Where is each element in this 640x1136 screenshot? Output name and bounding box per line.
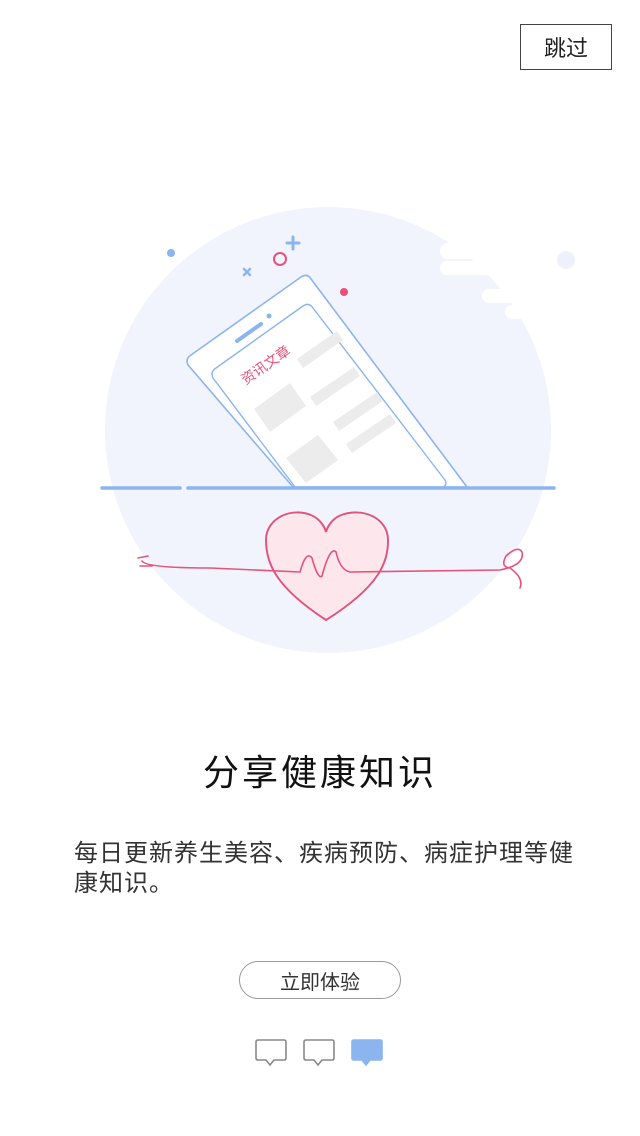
dot-icon	[340, 288, 348, 296]
onboarding-illustration: 资讯文章	[100, 207, 575, 653]
page-dot-active[interactable]	[351, 1039, 383, 1067]
page-indicator	[255, 1039, 383, 1067]
skip-button[interactable]: 跳过	[520, 24, 612, 70]
page-dot[interactable]	[255, 1039, 287, 1067]
start-experience-button[interactable]: 立即体验	[239, 961, 401, 999]
page-dot[interactable]	[303, 1039, 335, 1067]
page-title: 分享健康知识	[202, 753, 437, 794]
description-text: 每日更新养生美容、疾病预防、病症护理等健康知识。	[74, 839, 574, 897]
dot-icon	[167, 249, 175, 257]
